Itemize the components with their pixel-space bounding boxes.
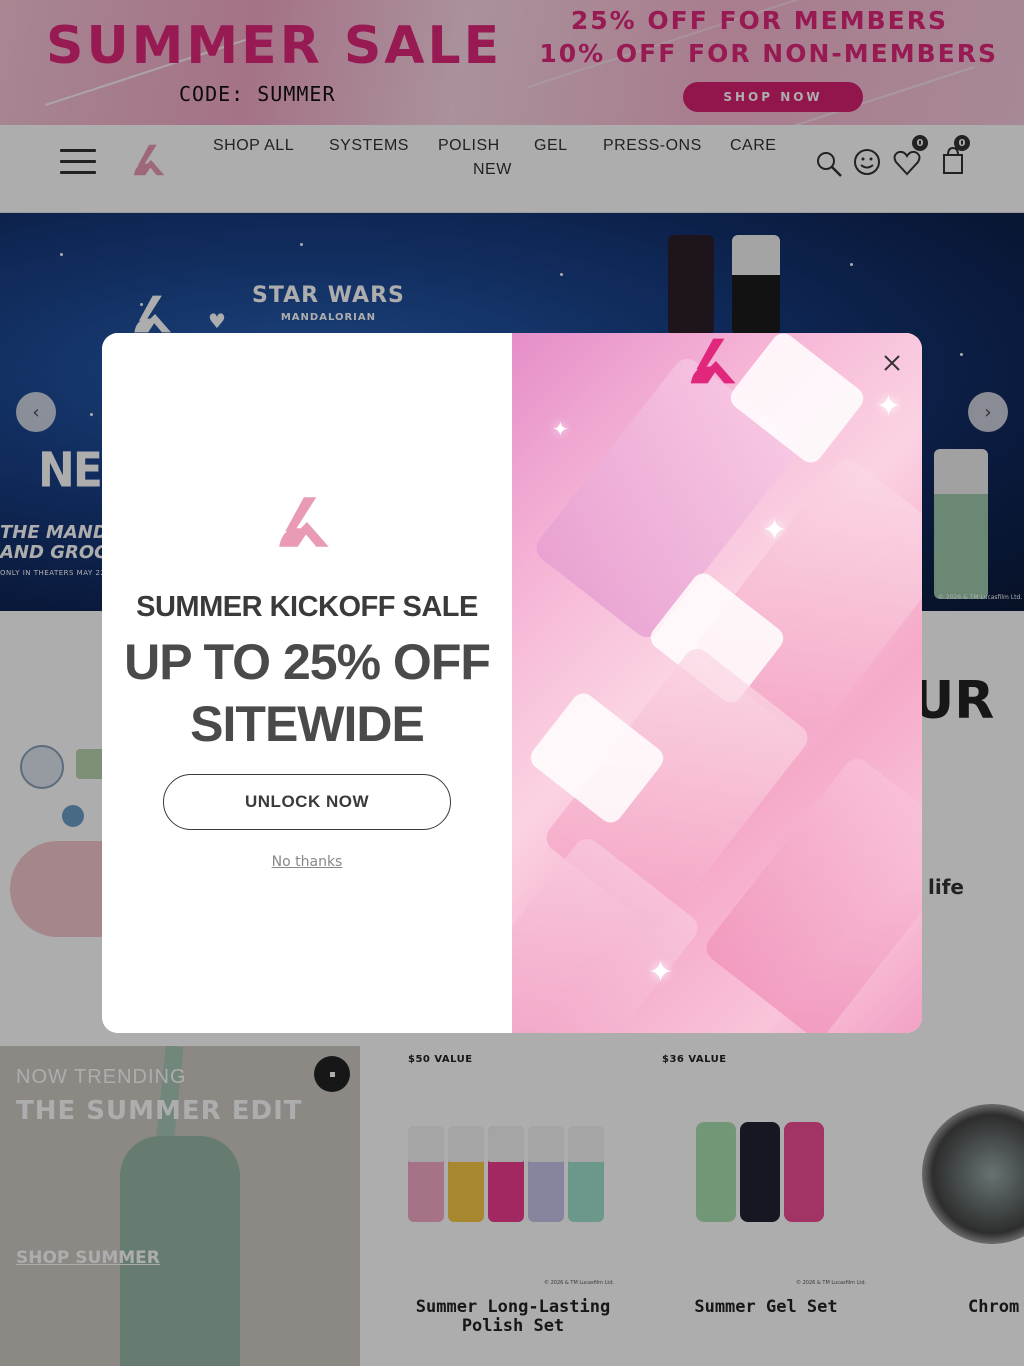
modal-image-panel: ✦ ✦ ✦ ✦ [512, 333, 922, 1033]
brand-logo [279, 497, 329, 547]
modal-kicker: SUMMER KICKOFF SALE [136, 591, 478, 623]
sparkle-icon: ✦ [876, 389, 902, 424]
close-icon[interactable] [878, 349, 906, 377]
promo-modal: SUMMER KICKOFF SALE UP TO 25% OFF SITEWI… [102, 333, 922, 1033]
sparkle-icon: ✦ [552, 417, 569, 441]
no-thanks-link[interactable]: No thanks [102, 854, 512, 870]
modal-headline: UP TO 25% OFF SITEWIDE [124, 634, 491, 752]
unlock-now-button[interactable]: UNLOCK NOW [163, 774, 451, 830]
sparkle-icon: ✦ [762, 513, 788, 548]
brand-logo [690, 338, 736, 384]
sparkle-icon: ✦ [648, 955, 674, 990]
modal-content-panel: SUMMER KICKOFF SALE UP TO 25% OFF SITEWI… [102, 333, 512, 1033]
